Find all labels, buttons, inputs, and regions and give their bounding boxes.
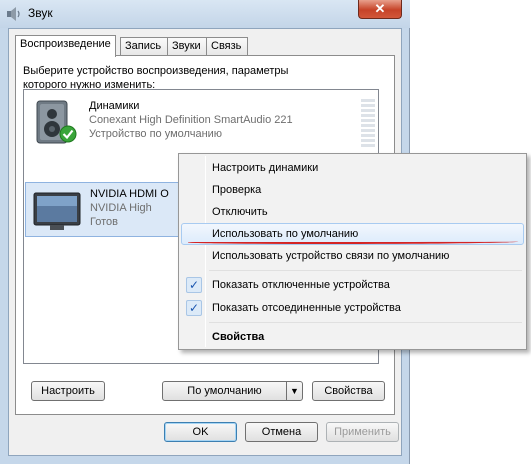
- menu-item-label: Показать отсоединенные устройства: [212, 302, 401, 314]
- device-status: Устройство по умолчанию: [89, 128, 223, 140]
- menu-item-set-default-comm[interactable]: Использовать устройство связи по умолчан…: [181, 245, 524, 267]
- device-driver: NVIDIA High: [90, 202, 152, 214]
- device-status: Готов: [90, 216, 118, 228]
- device-item-speakers[interactable]: Динамики Conexant High Definition SmartA…: [25, 95, 377, 150]
- tab-label: Запись: [125, 40, 162, 52]
- menu-separator: [209, 270, 522, 271]
- cancel-button[interactable]: Отмена: [245, 422, 318, 442]
- device-name: Динамики: [89, 100, 140, 112]
- apply-button[interactable]: Применить: [326, 422, 399, 442]
- close-button[interactable]: ✕: [358, 0, 402, 19]
- menu-item-show-disabled[interactable]: ✓ Показать отключенные устройства: [181, 274, 524, 296]
- ok-button[interactable]: OK: [164, 422, 237, 442]
- context-menu: Настроить динамики Проверка Отключить Ис…: [178, 153, 527, 350]
- menu-item-show-disconnected[interactable]: ✓ Показать отсоединенные устройства: [181, 297, 524, 319]
- instructions-text: Выберите устройство воспроизведения, пар…: [23, 65, 289, 91]
- checkmark-icon: ✓: [186, 277, 202, 293]
- menu-item-configure-speakers[interactable]: Настроить динамики: [181, 157, 524, 179]
- speaker-icon: [7, 7, 20, 21]
- window-title: Звук: [28, 6, 53, 20]
- checkmark-icon: ✓: [186, 300, 202, 316]
- tab-label: Звуки: [172, 40, 201, 52]
- menu-separator: [209, 322, 522, 323]
- configure-button[interactable]: Настроить: [31, 381, 105, 401]
- device-driver: Conexant High Definition SmartAudio 221: [89, 114, 293, 126]
- menu-item-properties[interactable]: Свойства: [181, 326, 524, 348]
- menu-item-test[interactable]: Проверка: [181, 179, 524, 201]
- monitor-icon: [33, 192, 81, 230]
- tab-sounds[interactable]: Звуки: [167, 37, 207, 56]
- tab-recording[interactable]: Запись: [120, 37, 168, 56]
- tab-label: Связь: [211, 40, 242, 52]
- title-bar[interactable]: Звук ✕: [0, 0, 410, 28]
- close-icon: ✕: [374, 1, 386, 16]
- chevron-down-icon[interactable]: ▼: [286, 382, 302, 400]
- tab-label: Воспроизведение: [20, 38, 111, 50]
- tab-playback[interactable]: Воспроизведение: [15, 35, 116, 57]
- tab-communications[interactable]: Связь: [206, 37, 248, 56]
- menu-item-disable[interactable]: Отключить: [181, 201, 524, 223]
- properties-button[interactable]: Свойства: [312, 381, 385, 401]
- check-badge-icon: [59, 125, 77, 143]
- menu-item-label: Показать отключенные устройства: [212, 279, 390, 291]
- set-default-label: По умолчанию: [187, 385, 262, 397]
- device-name: NVIDIA HDMI O: [90, 188, 169, 200]
- set-default-button[interactable]: По умолчанию ▼: [162, 381, 303, 401]
- volume-meter: [361, 99, 375, 149]
